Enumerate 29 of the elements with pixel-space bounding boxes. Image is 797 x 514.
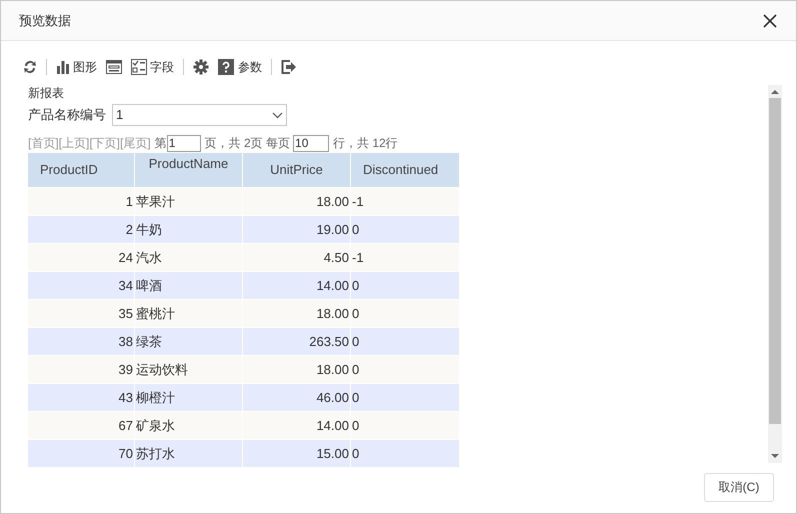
parameters-button[interactable]: 参数 <box>218 58 262 76</box>
page-number-field[interactable]: 1 <box>166 134 201 152</box>
table-cell: 0 <box>351 440 460 467</box>
question-mark-icon <box>218 59 234 75</box>
gear-icon[interactable] <box>193 59 209 75</box>
cancel-button[interactable]: 取消(C) <box>704 472 774 502</box>
close-icon <box>763 14 777 28</box>
scroll-up-icon <box>771 89 779 95</box>
table-cell: 苏打水 <box>135 440 243 467</box>
scroll-down-icon <box>771 453 779 459</box>
pager-text: 第 <box>154 135 167 152</box>
layout-icon[interactable] <box>106 60 122 74</box>
chart-button[interactable]: 图形 <box>56 58 97 76</box>
fields-button[interactable]: 字段 <box>131 58 174 76</box>
exit-icon[interactable] <box>281 59 297 75</box>
refresh-icon[interactable] <box>23 60 37 74</box>
bar-chart-icon <box>56 60 70 74</box>
table-cell: 15.00 <box>243 440 351 467</box>
product-select[interactable]: 1 <box>112 104 287 126</box>
chevron-down-icon <box>272 112 283 118</box>
window-title: 预览数据 <box>19 12 71 30</box>
rows-per-page-field[interactable]: 10 <box>293 134 330 152</box>
report-title: 新报表 <box>28 85 64 102</box>
close-button[interactable] <box>762 12 778 28</box>
table-cell: 70 <box>28 440 135 467</box>
pager-text: 页，共 2页 每页 <box>204 135 290 152</box>
pager-text: 行，共 12行 <box>333 135 398 152</box>
parameter-label: 产品名称编号 <box>28 106 106 124</box>
checklist-icon <box>131 59 147 75</box>
